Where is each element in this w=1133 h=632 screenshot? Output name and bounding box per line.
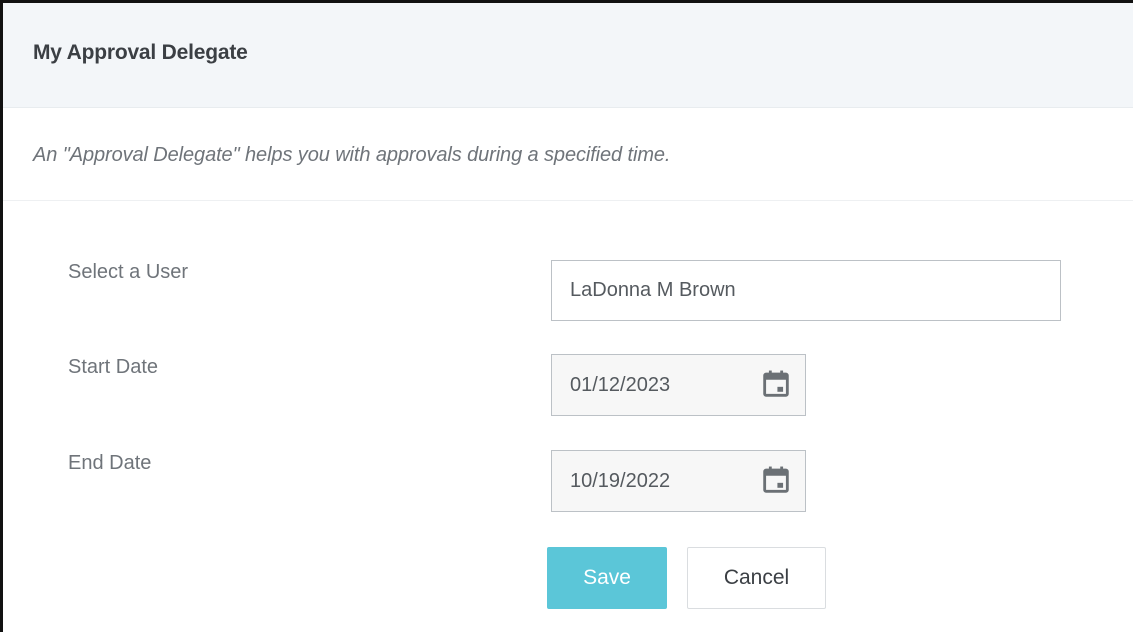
end-date-value: 10/19/2022: [570, 469, 671, 492]
user-select-input[interactable]: LaDonna M Brown: [551, 260, 1061, 321]
calendar-icon[interactable]: [759, 367, 793, 401]
user-select-value: LaDonna M Brown: [570, 279, 736, 301]
panel-header: My Approval Delegate: [3, 3, 1133, 108]
end-date-input[interactable]: 10/19/2022: [551, 450, 806, 512]
select-user-label: Select a User: [68, 261, 189, 283]
cancel-button[interactable]: Cancel: [687, 547, 826, 609]
start-date-value: 01/12/2023: [570, 373, 671, 396]
start-date-label: Start Date: [68, 356, 159, 378]
calendar-icon[interactable]: [759, 463, 793, 497]
divider: [3, 200, 1133, 201]
save-button[interactable]: Save: [547, 547, 667, 609]
start-date-input[interactable]: 01/12/2023: [551, 354, 806, 416]
end-date-label: End Date: [68, 452, 152, 474]
panel-description: An "Approval Delegate" helps you with ap…: [33, 144, 671, 166]
page-title: My Approval Delegate: [33, 41, 248, 64]
approval-delegate-panel: My Approval Delegate An "Approval Delega…: [0, 0, 1133, 632]
